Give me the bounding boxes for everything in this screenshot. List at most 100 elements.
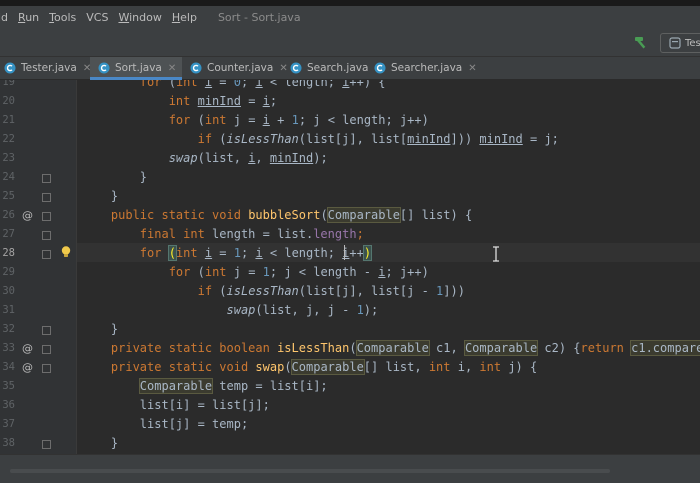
code-token: i: [378, 265, 386, 279]
line-number: 27: [2, 228, 15, 240]
code-token: (: [219, 132, 227, 146]
run-configuration-selector[interactable]: Tes: [660, 33, 700, 53]
code-token: swap: [255, 360, 285, 374]
code-token: minInd: [269, 151, 314, 165]
code-token: j =: [233, 265, 263, 279]
tab-counter-java[interactable]: Counter.java ✕: [182, 57, 288, 79]
line-number: 20: [2, 95, 15, 107]
code-token: c1.compareTo(: [630, 340, 700, 356]
code-token: ;: [356, 227, 364, 241]
tab-label: Searcher.java: [391, 62, 463, 74]
fold-marker-icon[interactable]: [42, 174, 51, 183]
code-token: length: [313, 227, 357, 241]
code-token: ;: [241, 80, 256, 89]
mouse-ibeam-cursor: [493, 246, 499, 262]
menu-run[interactable]: Run: [13, 11, 44, 24]
code-token: int: [204, 265, 234, 279]
code-token: for: [139, 246, 169, 260]
code-token: 0: [233, 80, 241, 89]
code-line: final int length = list.length;: [82, 225, 364, 244]
code-editor[interactable]: 19 20 21 22 23 24 25 26 @27 28 29 30 31 32 33 @34 @35 36 3…: [0, 80, 700, 454]
java-class-icon: [190, 62, 202, 74]
code-token: 1: [262, 265, 270, 279]
code-line: if (isLessThan(list[j], list[minInd])) m…: [82, 130, 559, 149]
menu-vcs[interactable]: VCS: [81, 11, 113, 24]
close-tab-icon[interactable]: ✕: [468, 63, 476, 74]
code-token: i: [204, 246, 213, 260]
code-token: (list[j], list[: [298, 132, 408, 146]
code-token: );: [313, 151, 328, 165]
code-token: for: [168, 113, 198, 127]
code-token: bubbleSort: [248, 208, 321, 222]
code-token: minInd: [479, 132, 523, 146]
menu-window[interactable]: Window: [113, 11, 166, 24]
code-token: final int: [139, 227, 213, 241]
code-token: isLessThan: [226, 284, 299, 298]
code-line: for (int i = 0; i < length; i++) {: [82, 80, 386, 92]
tab-sort-java[interactable]: Sort.java ✕: [90, 57, 182, 80]
code-token: (: [284, 360, 292, 374]
code-token: }: [82, 436, 119, 450]
code-token: ++) {: [349, 80, 386, 89]
code-token: int: [479, 360, 509, 374]
fold-marker-icon[interactable]: [42, 440, 51, 449]
text-caret: [344, 245, 345, 260]
run-config-label: Tes: [685, 37, 700, 49]
code-token: c2) {: [537, 341, 581, 355]
line-number: 19: [2, 80, 15, 88]
close-tab-icon[interactable]: ✕: [168, 63, 176, 74]
tab-search-java[interactable]: Search.java✕: [282, 57, 383, 79]
code-token: return: [580, 341, 632, 355]
menu-bar: ldRunToolsVCSWindowHelp Sort - Sort.java: [0, 6, 700, 28]
fold-marker-icon[interactable]: [42, 193, 51, 202]
override-annotation-icon[interactable]: @: [22, 358, 33, 377]
code-token: private static boolean: [110, 341, 278, 355]
fold-marker-icon[interactable]: [42, 250, 51, 259]
code-token: Comparable: [355, 340, 430, 356]
line-number: 22: [2, 133, 15, 145]
java-class-icon: [290, 62, 302, 74]
fold-marker-icon[interactable]: [42, 212, 51, 221]
code-token: < length;: [262, 246, 343, 260]
fold-marker-icon[interactable]: [42, 231, 51, 240]
fold-marker-icon[interactable]: [42, 345, 51, 354]
intention-bulb-icon[interactable]: [59, 245, 73, 259]
code-token: ++: [349, 246, 364, 260]
code-token: (: [197, 265, 205, 279]
code-token: }: [82, 170, 148, 184]
line-number: 28: [2, 247, 15, 259]
menu-ld[interactable]: ld: [0, 11, 13, 24]
java-class-icon: [374, 62, 386, 74]
tab-searcher-java[interactable]: Searcher.java ✕: [366, 57, 477, 79]
code-token: 1: [356, 303, 364, 317]
code-line: for (int i = 1; i < length; i++): [82, 244, 373, 263]
tab-label: Search.java: [307, 62, 369, 74]
menu-help[interactable]: Help: [167, 11, 202, 24]
override-annotation-icon[interactable]: @: [22, 339, 33, 358]
fold-marker-icon[interactable]: [42, 326, 51, 335]
code-token: ; j++): [385, 265, 429, 279]
code-line: int minInd = i;: [82, 92, 277, 111]
code-token: }: [82, 189, 119, 203]
menu-tools[interactable]: Tools: [44, 11, 81, 24]
hammer-icon[interactable]: [633, 34, 649, 50]
fold-marker-icon[interactable]: [42, 364, 51, 373]
code-token: public static void: [110, 208, 249, 222]
window-title: Sort - Sort.java: [217, 10, 301, 24]
code-token: 1: [291, 113, 299, 127]
override-annotation-icon[interactable]: @: [22, 206, 33, 225]
code-line: private static void swap(Comparable[] li…: [82, 358, 537, 377]
code-token: isLessThan: [226, 132, 299, 146]
code-token: [] list) {: [399, 208, 473, 222]
code-token: private static void: [110, 360, 256, 374]
code-token: );: [363, 303, 379, 317]
code-line: list[j] = temp;: [82, 415, 248, 434]
tab-tester-java[interactable]: Tester.java ✕: [0, 57, 91, 79]
code-token: swap: [168, 151, 198, 165]
